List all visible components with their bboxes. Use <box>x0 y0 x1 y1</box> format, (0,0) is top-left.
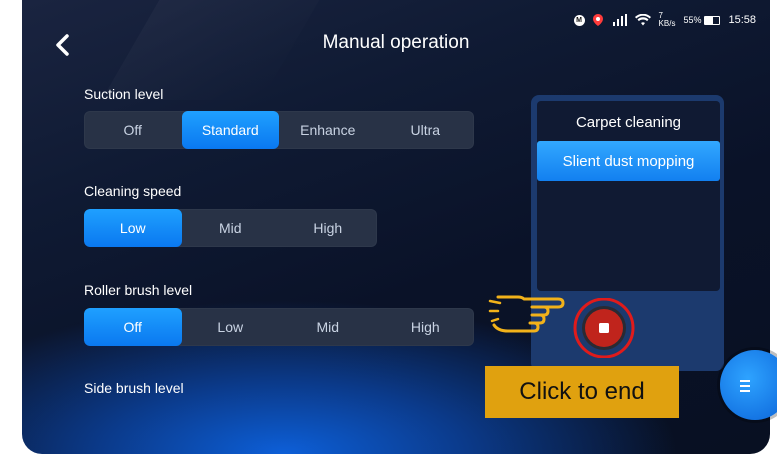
roller-brush-label: Roller brush level <box>84 282 193 298</box>
speed-option-low[interactable]: Low <box>84 209 182 247</box>
stop-button[interactable] <box>572 298 636 358</box>
network-speed: 7 KB/s <box>658 11 676 28</box>
suction-option-ultra[interactable]: Ultra <box>377 111 475 149</box>
cleaning-speed-label: Cleaning speed <box>84 183 182 199</box>
suction-level-label: Suction level <box>84 86 164 102</box>
mode-list: Carpet cleaning Slient dust mopping <box>537 101 720 291</box>
clock: 15:58 <box>728 14 756 26</box>
speed-option-high[interactable]: High <box>279 209 377 247</box>
wifi-icon <box>634 14 651 26</box>
page-title: Manual operation <box>322 32 470 53</box>
signal-icon <box>612 14 627 26</box>
roller-option-off[interactable]: Off <box>84 308 182 346</box>
suction-option-standard[interactable]: Standard <box>181 111 279 149</box>
mode-carpet-cleaning[interactable]: Carpet cleaning <box>537 102 720 142</box>
click-to-end-tooltip: Click to end <box>485 366 679 418</box>
roller-option-low[interactable]: Low <box>182 308 280 346</box>
menu-icon <box>740 380 750 392</box>
roller-option-mid[interactable]: Mid <box>279 308 377 346</box>
stop-icon <box>599 323 609 333</box>
side-brush-label: Side brush level <box>84 380 184 396</box>
mode-silent-dust-mopping[interactable]: Slient dust mopping <box>537 141 720 181</box>
suction-level-selector: Off Standard Enhance Ultra <box>84 111 474 149</box>
pointing-hand-icon <box>488 295 565 333</box>
status-bar: M 7 KB/s 55% 15:58 <box>573 11 756 28</box>
battery-icon <box>704 15 721 25</box>
battery-indicator: 55% <box>683 15 721 25</box>
location-icon <box>592 14 603 26</box>
roller-option-high[interactable]: High <box>377 308 475 346</box>
cleaning-speed-selector: Low Mid High <box>84 209 377 247</box>
suction-option-off[interactable]: Off <box>84 111 182 149</box>
suction-option-enhance[interactable]: Enhance <box>279 111 377 149</box>
speed-option-mid[interactable]: Mid <box>182 209 280 247</box>
roller-brush-selector: Off Low Mid High <box>84 308 474 346</box>
app-badge-icon: M <box>573 14 585 26</box>
